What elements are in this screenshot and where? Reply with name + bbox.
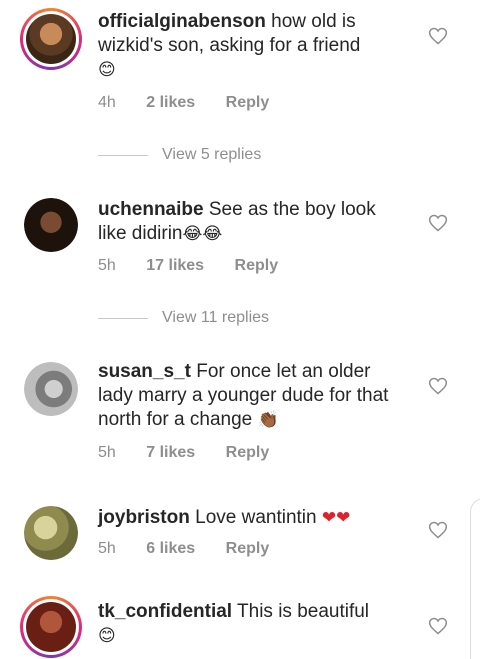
comment-time: 5h [98,257,116,274]
divider-line [98,318,148,319]
comment-meta: 4h 2 likes Reply [98,94,295,112]
comment-likes[interactable]: 6 likes [146,540,195,558]
panel-edge [470,498,480,659]
comment-body: Love wantintin [195,507,317,528]
comment-likes[interactable]: 2 likes [146,94,195,112]
comment-meta: 5h 6 likes Reply [98,540,295,558]
comment-time: 4h [98,94,116,111]
avatar[interactable] [24,506,78,560]
comment-meta: 5h 17 likes Reply [98,257,304,275]
avatar[interactable] [24,198,78,252]
comment-time: 5h [98,540,116,557]
comment-username[interactable]: tk_confidential [98,601,232,622]
view-replies-label: View 11 replies [162,309,270,326]
comment-text: joybriston Love wantintin ❤❤ [98,506,398,530]
reply-button[interactable]: Reply [235,257,279,275]
divider-line [98,155,148,156]
heart-outline-icon[interactable] [428,616,448,636]
heart-outline-icon[interactable] [428,26,448,46]
comment-username[interactable]: officialginabenson [98,11,266,32]
comment-emoji: 😊 [98,626,116,646]
heart-outline-icon[interactable] [428,520,448,540]
comment-emoji: ❤❤ [321,508,351,528]
comment-text: uchennaibe See as the boy look like didi… [98,198,398,246]
reply-button[interactable]: Reply [226,94,270,112]
avatar[interactable] [20,8,82,70]
comment-meta: 5h 7 likes Reply [98,444,295,462]
comment-likes[interactable]: 17 likes [146,257,204,275]
comment-text: tk_confidential This is beautiful 😊 [98,600,398,648]
comment-username[interactable]: susan_s_t [98,361,191,382]
reply-button[interactable]: Reply [226,540,270,558]
heart-outline-icon[interactable] [428,213,448,233]
comment-emoji: 😂😂 [182,224,223,244]
comment-username[interactable]: joybriston [98,507,190,528]
comment-text: susan_s_t For once let an older lady mar… [98,360,398,432]
comment-emoji: 👏🏾 [257,410,279,430]
reply-button[interactable]: Reply [226,444,270,462]
comment-time: 5h [98,444,116,461]
comment-emoji: 😊 [98,60,116,80]
comment-body: This is beautiful [237,601,370,622]
comment-username[interactable]: uchennaibe [98,199,204,220]
comment-likes[interactable]: 7 likes [146,444,195,462]
view-replies-button[interactable]: View 5 replies [98,146,418,166]
comment-text: officialginabenson how old is wizkid's s… [98,10,398,82]
view-replies-button[interactable]: View 11 replies [98,309,418,329]
view-replies-label: View 5 replies [162,146,262,163]
heart-outline-icon[interactable] [428,376,448,396]
avatar[interactable] [24,362,78,416]
avatar[interactable] [20,596,82,658]
